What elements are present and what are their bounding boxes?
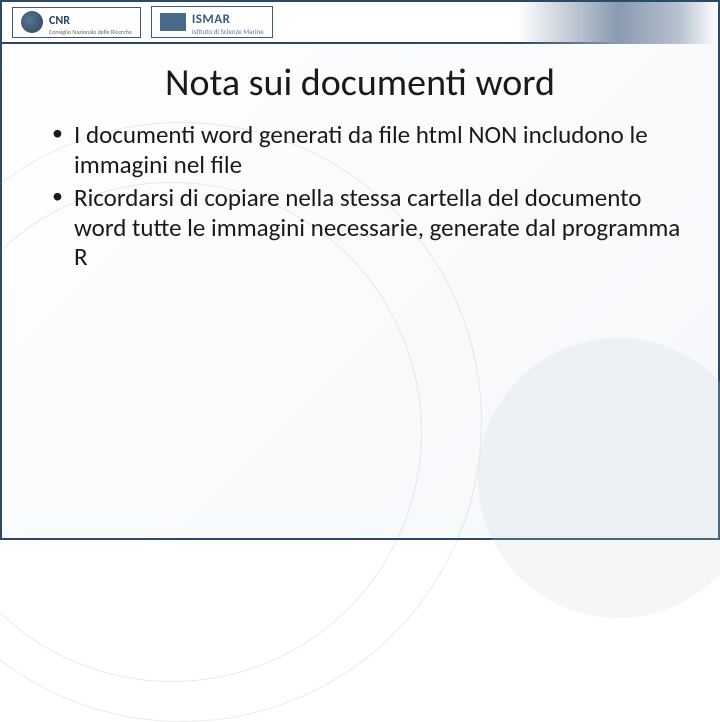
ismar-emblem-icon [160,13,186,31]
bullet-list: I documenti word generati da file html N… [32,120,688,272]
logo-ismar-subtitle: Istituto di Scienze Marine [192,28,264,35]
list-item: Ricordarsi di copiare nella stessa carte… [52,183,688,272]
bg-decoration [478,338,720,618]
slide: CNR Consiglio Nazionale delle Ricerche I… [0,0,720,540]
cnr-emblem-icon [21,11,43,33]
logo-ismar: ISMAR Istituto di Scienze Marine [151,6,273,38]
header-bar: CNR Consiglio Nazionale delle Ricerche I… [2,2,718,44]
slide-title: Nota sui documenti word [32,60,688,106]
slide-content: Nota sui documenti word I documenti word… [2,44,718,272]
list-item: I documenti word generati da file html N… [52,120,688,179]
header-gradient [518,2,718,44]
logo-cnr-subtitle: Consiglio Nazionale delle Ricerche [49,29,132,35]
logo-cnr-name: CNR [49,14,70,28]
logo-cnr: CNR Consiglio Nazionale delle Ricerche [12,7,141,38]
logo-ismar-name: ISMAR [192,12,231,27]
